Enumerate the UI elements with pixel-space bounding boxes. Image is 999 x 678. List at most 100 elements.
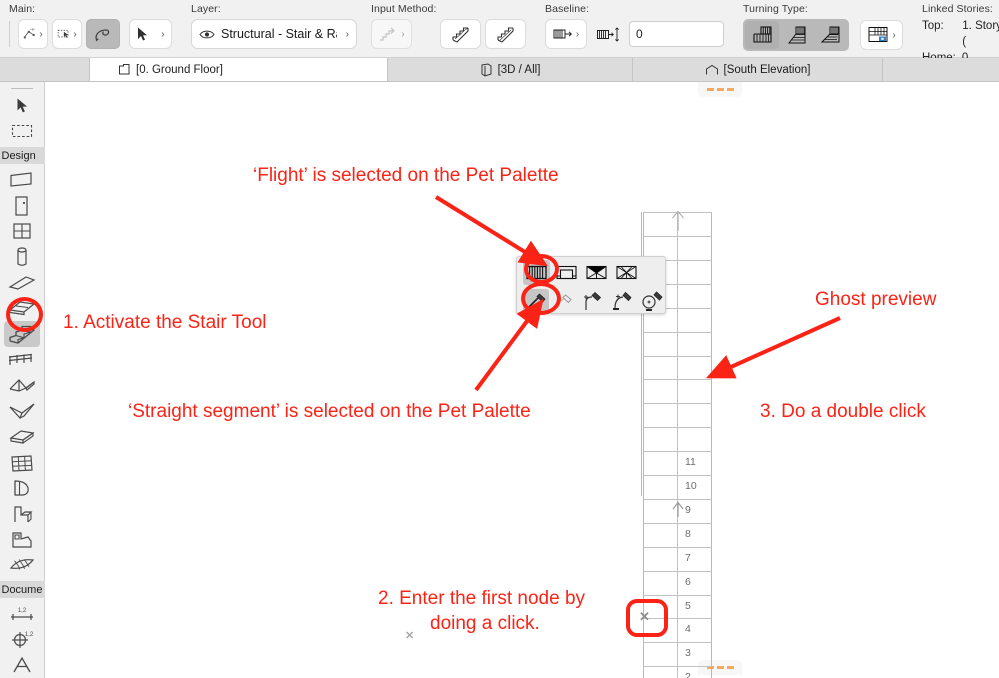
annotation-first-node-line1: 2. Enter the first node by [378, 588, 586, 609]
turning-type-straight-run[interactable] [745, 21, 779, 49]
linked-stories-top-row[interactable]: Top: 1. Story ( [922, 18, 999, 50]
pet-tangential-arc-option[interactable] [582, 289, 608, 314]
toolbar-group-linked-stories-label: Linked Stories: [922, 3, 993, 15]
pet-divided-winder-option[interactable] [613, 260, 640, 285]
turning-type-quarter-turn[interactable] [779, 21, 813, 49]
baseline-offset-icon [597, 26, 619, 42]
pet-full-circle-option[interactable] [641, 289, 667, 314]
stair-3d-icon [451, 27, 469, 43]
pet-winder-option[interactable] [583, 260, 610, 285]
turning-type-custom-button[interactable]: › [860, 20, 903, 50]
shell-icon [9, 403, 35, 420]
roof-icon [9, 378, 35, 392]
stair-step-number: 4 [685, 623, 691, 636]
beam-icon [8, 275, 36, 290]
tab-3d-all[interactable]: [3D / All] [388, 58, 633, 81]
stair-riser [643, 236, 712, 237]
toolbox-item-wall[interactable] [4, 167, 40, 193]
stair-riser [643, 475, 712, 476]
svg-text:1,2: 1,2 [18, 608, 27, 614]
points-tool-button[interactable]: › [17, 19, 48, 49]
stair-geometry-b-button[interactable] [485, 19, 526, 49]
baseline-left-icon [553, 29, 572, 39]
highlight-ring-first-node [626, 599, 668, 637]
arrow-select-button[interactable]: › [128, 19, 172, 49]
stair-left-edge-upper [641, 212, 642, 496]
toolbox-item-curtain-wall[interactable] [4, 476, 40, 502]
pet-center-arc-option[interactable] [611, 289, 637, 314]
divided-winder-icon [616, 265, 637, 280]
linked-stories-top-value: 1. Story ( [962, 20, 999, 48]
toolbox-item-radial-dimension[interactable]: 1,2 [4, 627, 40, 653]
toolbox-item-zone[interactable] [4, 527, 40, 553]
object-icon [14, 506, 33, 523]
chevron-down-icon: › [575, 28, 580, 40]
cursor-crosshair-secondary: ✕ [405, 630, 415, 642]
column-icon [17, 247, 27, 266]
skylight-icon [9, 559, 35, 570]
turning-type-half-turn[interactable] [813, 21, 847, 49]
annotation-activate-stair-tool: 1. Activate the Stair Tool [63, 312, 267, 333]
toolbox-item-railing[interactable] [4, 347, 40, 373]
stair-riser [643, 522, 712, 524]
stair-step-number: 2 [685, 671, 691, 678]
toolbox-item-object[interactable] [4, 501, 40, 527]
toolbox-item-beam[interactable] [4, 270, 40, 296]
toolbox-item-text[interactable] [4, 652, 40, 678]
toolbox-item-dimension[interactable]: 1,2 [4, 601, 40, 627]
toolbox-item-column[interactable] [4, 244, 40, 270]
highlight-ring-straight-segment [521, 282, 561, 315]
stair-walking-line [677, 212, 678, 678]
stair-riser [643, 546, 712, 548]
railing-icon [8, 353, 33, 365]
annotation-flight: ‘Flight’ is selected on the Pet Palette [253, 165, 559, 186]
toolbox-section-document-label: Docume [0, 581, 45, 598]
toolbar-group-baseline: Baseline: › 0 [536, 0, 730, 57]
toolbar-group-baseline-label: Baseline: [545, 3, 590, 15]
toolbox-item-shell[interactable] [4, 398, 40, 424]
radial-dimension-icon: 1,2 [12, 632, 34, 649]
marquee-tool-button[interactable]: › [51, 19, 82, 49]
quarter-turn-icon [787, 26, 806, 44]
chevron-down-icon: › [73, 28, 77, 40]
toolbar-group-layer: Layer: Structural - Stair & Railing › [182, 0, 358, 57]
eye-icon [199, 30, 215, 38]
toolbar-group-layer-label: Layer: [191, 3, 221, 15]
tab-south-elevation[interactable]: [South Elevation] [633, 58, 883, 81]
baseline-position-button[interactable]: › [545, 19, 587, 49]
straight-run-icon [753, 26, 772, 43]
tool-palette: Design Docume 1,2 1,2 [0, 82, 45, 678]
stair-step-number: 5 [685, 599, 691, 612]
view-tab-bar: [0. Ground Floor] [3D / All] [South Elev… [0, 58, 999, 82]
baseline-offset-input[interactable]: 0 [629, 21, 724, 47]
stair-3d-alt-icon [496, 27, 514, 43]
toolbox-item-morph[interactable] [4, 424, 40, 450]
toolbar-group-linked-stories: Linked Stories: Top: 1. Story ( Home: 0.… [913, 0, 999, 80]
tab-ground-floor[interactable]: [0. Ground Floor] [90, 58, 388, 81]
tab-3d-all-label: [3D / All] [497, 63, 541, 76]
center-arc-icon [613, 291, 632, 310]
chevron-down-icon: › [345, 28, 349, 40]
tabbar-right-spacer [883, 58, 999, 81]
annotation-first-node-line2: doing a click. [430, 613, 540, 634]
stair-riser [643, 451, 712, 453]
toolbox-item-roof[interactable] [4, 373, 40, 399]
toolbox-item-marquee[interactable] [4, 119, 40, 145]
toolbox-item-window[interactable] [4, 218, 40, 244]
toolbox-item-arrow[interactable] [4, 93, 40, 119]
toolbox-section-design-label: Design [0, 147, 45, 165]
layer-selector[interactable]: Structural - Stair & Railing › [191, 19, 357, 49]
highlight-ring-stair-tool [6, 297, 43, 332]
wall-icon [10, 172, 32, 188]
marquee-icon [57, 29, 69, 38]
toolbox-item-door[interactable] [4, 193, 40, 219]
toolbar-group-main: Main: › › › [0, 0, 178, 57]
layer-name: Structural - Stair & Railing [221, 27, 337, 41]
toolbox-item-mesh[interactable] [4, 450, 40, 476]
input-method-button[interactable]: › [371, 19, 412, 49]
stair-riser [643, 570, 712, 572]
stair-geometry-a-button[interactable] [440, 19, 481, 49]
stair-active-tool-button[interactable] [85, 19, 120, 49]
baseline-offset-value: 0 [636, 27, 643, 41]
toolbox-item-skylight[interactable] [4, 553, 40, 579]
